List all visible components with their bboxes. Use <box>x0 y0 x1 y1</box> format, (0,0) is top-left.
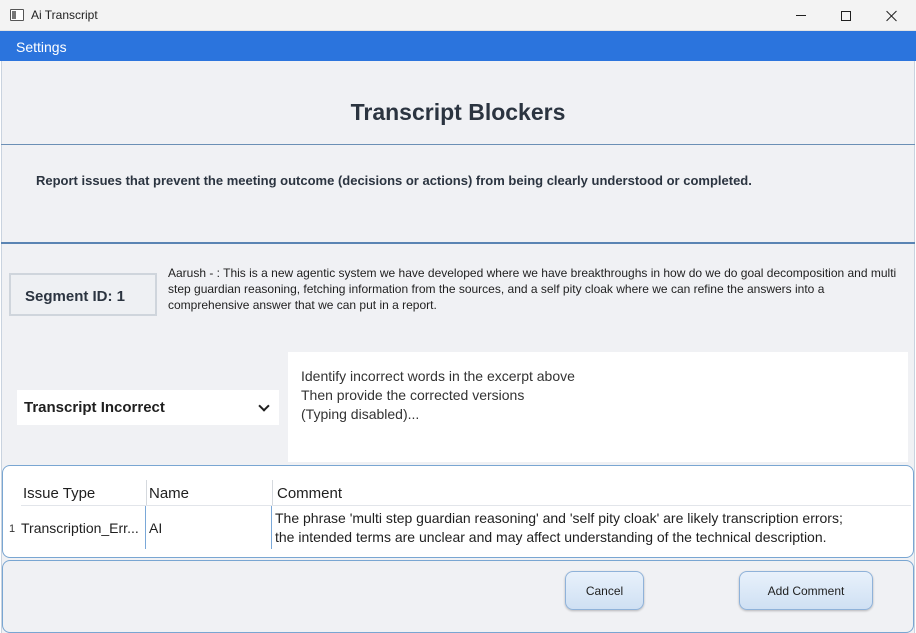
cell-comment[interactable]: The phrase 'multi step guardian reasonin… <box>275 509 843 547</box>
comment-line: The phrase 'multi step guardian reasonin… <box>275 510 843 526</box>
table-header: Issue Type Name Comment <box>3 466 913 506</box>
page-description: Report issues that prevent the meeting o… <box>36 173 752 188</box>
column-separator[interactable] <box>272 480 273 506</box>
instruction-line: Then provide the corrected versions <box>301 387 525 403</box>
column-separator[interactable] <box>146 480 147 506</box>
issue-type-selected: Transcript Incorrect <box>24 399 165 416</box>
maximize-button[interactable] <box>823 0 869 31</box>
window-title: Ai Transcript <box>31 8 98 22</box>
instructions-textbox[interactable]: Identify incorrect words in the excerpt … <box>288 352 908 462</box>
comment-line: the intended terms are unclear and may a… <box>275 529 827 545</box>
divider <box>1 242 915 244</box>
instruction-line: Identify incorrect words in the excerpt … <box>301 368 575 384</box>
maximize-icon <box>841 10 851 21</box>
close-button[interactable] <box>869 0 915 31</box>
page-title: Transcript Blockers <box>350 99 566 125</box>
menu-settings[interactable]: Settings <box>16 39 67 55</box>
app-icon <box>10 9 24 21</box>
minimize-button[interactable] <box>778 0 824 31</box>
column-header-name[interactable]: Name <box>149 485 189 502</box>
cell-name[interactable]: AI <box>149 520 162 536</box>
comments-table: Issue Type Name Comment 1 Transcription_… <box>2 465 914 558</box>
segment-id-label: Segment ID: 1 <box>25 288 126 305</box>
divider <box>1 144 915 145</box>
title-bar: Ai Transcript <box>0 0 916 31</box>
chevron-down-icon <box>258 400 270 412</box>
row-number: 1 <box>9 523 16 535</box>
column-header-comment[interactable]: Comment <box>277 485 342 502</box>
cell-issue-type[interactable]: Transcription_Err... <box>21 520 139 536</box>
cell-separator <box>145 506 146 549</box>
add-comment-button[interactable]: Add Comment <box>739 571 873 610</box>
table-row[interactable]: 1 Transcription_Err... AI The phrase 'mu… <box>3 506 913 550</box>
menu-bar: Settings <box>0 31 916 61</box>
cell-separator <box>271 506 272 549</box>
close-icon <box>886 10 898 22</box>
segment-transcript-text: Aarush - : This is a new agentic system … <box>168 266 897 312</box>
minimize-icon <box>796 15 806 16</box>
segment-id-box: Segment ID: 1 <box>9 273 157 316</box>
issue-type-dropdown[interactable]: Transcript Incorrect <box>17 390 279 425</box>
cancel-button[interactable]: Cancel <box>565 571 644 610</box>
column-header-issue-type[interactable]: Issue Type <box>23 485 95 502</box>
instruction-line: (Typing disabled)... <box>301 406 420 422</box>
